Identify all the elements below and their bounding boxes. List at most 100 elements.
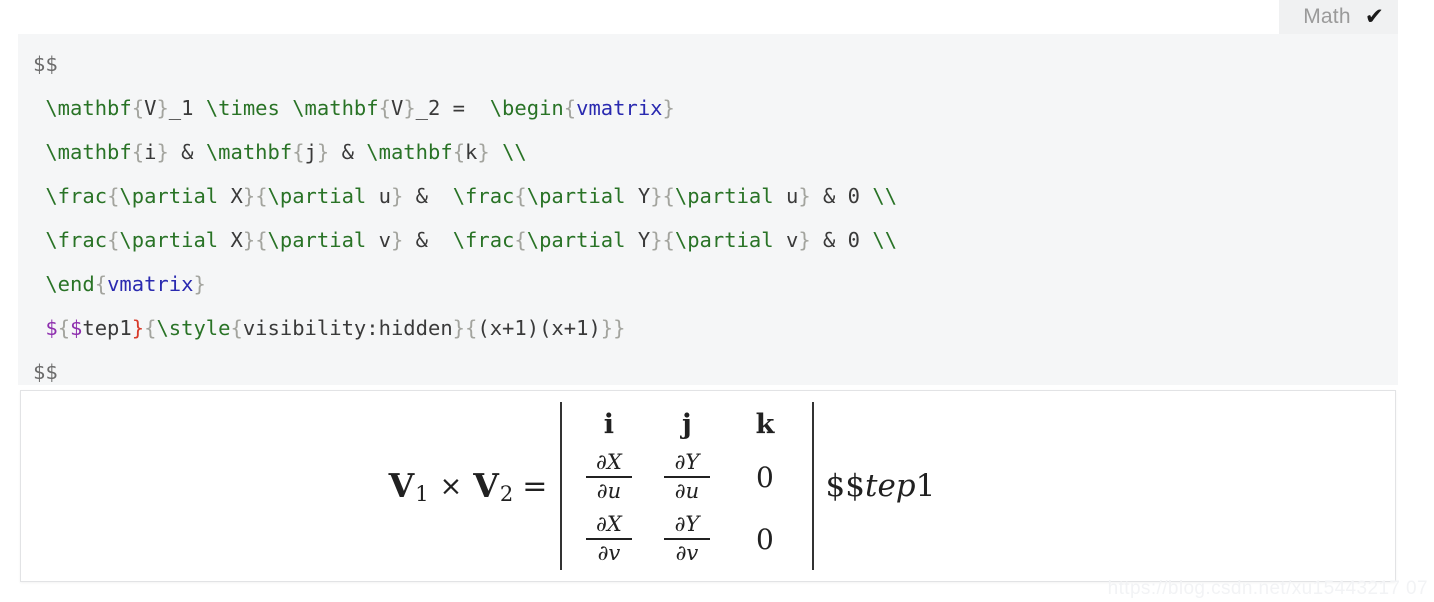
rendered-equation: V1 × V2 = i j k ∂X ∂u ∂Y ∂u 0 ∂X ∂v ∂Y ∂v 0 $$tep1 [21, 391, 1395, 581]
code-token: \partial [267, 184, 367, 208]
code-token: $$ [33, 360, 58, 384]
code-token: \frac [452, 228, 515, 252]
code-line[interactable]: $$ [18, 42, 1398, 86]
code-token: { [378, 96, 391, 120]
fraction-denominator: ∂v [675, 540, 699, 565]
code-token: } [477, 140, 490, 164]
code-token: { [131, 140, 145, 164]
code-token: V [390, 96, 404, 120]
code-line[interactable]: \mathbf{i} & \mathbf{j} & \mathbf{k} \\ [18, 130, 1398, 174]
matrix-cell: 0 [726, 508, 804, 570]
code-token: i [144, 140, 157, 164]
code-token: { [292, 140, 305, 164]
code-token: } [650, 228, 663, 252]
code-token: } [390, 228, 404, 252]
partial-derivative-fraction: ∂X ∂v [585, 512, 632, 565]
code-token: { [94, 272, 108, 296]
matrix-cell: ∂X ∂u [570, 446, 648, 508]
fraction-denominator: ∂v [597, 540, 621, 565]
vector-v1: V1 [389, 466, 429, 506]
code-token: $$ [33, 52, 58, 76]
code-token: } [242, 228, 256, 252]
code-token: } [316, 140, 330, 164]
code-line[interactable]: \frac{\partial X}{\partial u} & \frac{\p… [18, 174, 1398, 218]
code-token: visibility:hidden [242, 316, 453, 340]
code-token: { [662, 228, 675, 252]
vector-v1-subscript: 1 [415, 482, 429, 506]
code-token: { [662, 184, 675, 208]
matrix-cell: k [726, 402, 804, 446]
code-token: \partial [119, 228, 219, 252]
fraction-denominator: ∂u [596, 478, 622, 503]
code-token: { [465, 316, 478, 340]
code-line[interactable]: \frac{\partial X}{\partial v} & \frac{\p… [18, 218, 1398, 262]
code-token: \partial [674, 228, 774, 252]
code-token: } [403, 96, 416, 120]
code-token: \style [156, 316, 231, 340]
fraction-numerator: ∂X [596, 512, 622, 537]
partial-derivative-fraction: ∂Y ∂u [663, 451, 710, 503]
code-token: (x+1)(x+1) [477, 316, 601, 340]
tab-bar: Math ✔ [0, 0, 1434, 34]
partial-derivative-fraction: ∂Y ∂v [663, 512, 710, 565]
unit-vector-j: j [682, 408, 692, 440]
vector-v2-base: V [473, 466, 499, 505]
trailing-dollars: $$ [825, 468, 865, 504]
app-root: Math ✔ $$ \mathbf{V}_1 \times \mathbf{V}… [0, 0, 1434, 602]
code-token: Y [625, 184, 651, 208]
code-token: } [131, 316, 145, 340]
tab-math-label: Math [1303, 5, 1351, 28]
code-token: $ [45, 316, 58, 340]
code-token: \\ [872, 184, 898, 208]
equals-sign: = [522, 468, 548, 504]
latex-source-editor[interactable]: $$ \mathbf{V}_1 \times \mathbf{V}_2 = \b… [18, 34, 1398, 385]
code-token: } [650, 184, 663, 208]
code-token: { [131, 96, 145, 120]
tab-math[interactable]: Math ✔ [1279, 0, 1398, 34]
matrix-row: i j k [570, 402, 804, 446]
math-preview-panel: V1 × V2 = i j k ∂X ∂u ∂Y ∂u 0 ∂X ∂v ∂Y ∂v 0 $$tep1 [20, 390, 1396, 582]
code-token: { [230, 316, 243, 340]
code-token: k [465, 140, 478, 164]
code-token: u [366, 184, 391, 208]
fraction-denominator: ∂u [674, 478, 700, 503]
vector-v2: V2 [473, 466, 513, 506]
fraction-bar [585, 538, 632, 540]
code-token: Y [625, 228, 651, 252]
code-line[interactable]: ${$tep1}{\style{visibility:hidden}{(x+1)… [18, 306, 1398, 350]
code-token: \\ [502, 140, 527, 164]
trailing-literal-text: $$tep1 [826, 468, 936, 504]
code-token: & [403, 184, 441, 208]
code-line[interactable]: \end{vmatrix} [18, 262, 1398, 306]
code-token: } [156, 140, 169, 164]
code-line[interactable]: $$ [18, 350, 1398, 385]
code-token: { [452, 140, 466, 164]
code-token: \begin [489, 96, 564, 120]
code-line[interactable]: \mathbf{V}_1 \times \mathbf{V}_2 = \begi… [18, 86, 1398, 130]
code-token: { [107, 184, 120, 208]
code-token: \mathbf [45, 96, 132, 120]
code-token: X [218, 184, 243, 208]
code-token: V [144, 96, 157, 120]
fraction-bar [663, 538, 710, 540]
fraction-numerator: ∂Y [674, 512, 700, 537]
code-token: _1 [168, 96, 206, 120]
code-token: & [168, 140, 206, 164]
matrix-cell: i [570, 402, 648, 446]
site-watermark: https://blog.csdn.net/xu15443217 07 [1107, 578, 1428, 599]
code-token: } [452, 316, 466, 340]
code-token: tep1 [82, 316, 132, 340]
matrix-zero: 0 [756, 522, 774, 556]
code-token: \mathbf [45, 140, 132, 164]
cross-product-operator: × [439, 470, 463, 502]
unit-vector-i: i [603, 408, 615, 440]
fraction-bar [663, 476, 710, 478]
vector-v2-subscript: 2 [499, 482, 514, 506]
